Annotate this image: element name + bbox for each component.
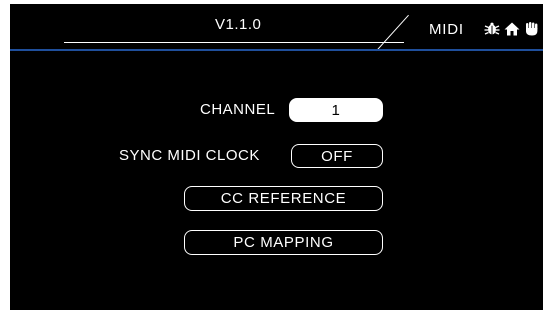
channel-value-field[interactable]: 1 <box>289 98 383 122</box>
header-separator-line <box>10 49 543 51</box>
sync-midi-clock-toggle[interactable]: OFF <box>291 144 383 168</box>
header-divider-slash <box>376 14 409 52</box>
firmware-version: V1.1.0 <box>215 16 262 33</box>
hand-icon <box>524 22 540 36</box>
cc-reference-button[interactable]: CC REFERENCE <box>184 186 383 211</box>
home-icon <box>504 22 520 36</box>
channel-label: CHANNEL <box>200 101 276 118</box>
pc-mapping-button[interactable]: PC MAPPING <box>184 230 383 255</box>
bug-icon <box>484 22 500 36</box>
device-screen: V1.1.0 MIDI CHANNEL 1 SYNC MIDI CLOCK OF… <box>10 4 543 310</box>
sync-midi-clock-label: SYNC MIDI CLOCK <box>119 147 260 164</box>
version-underline <box>64 42 404 43</box>
page-title: MIDI <box>429 21 464 38</box>
